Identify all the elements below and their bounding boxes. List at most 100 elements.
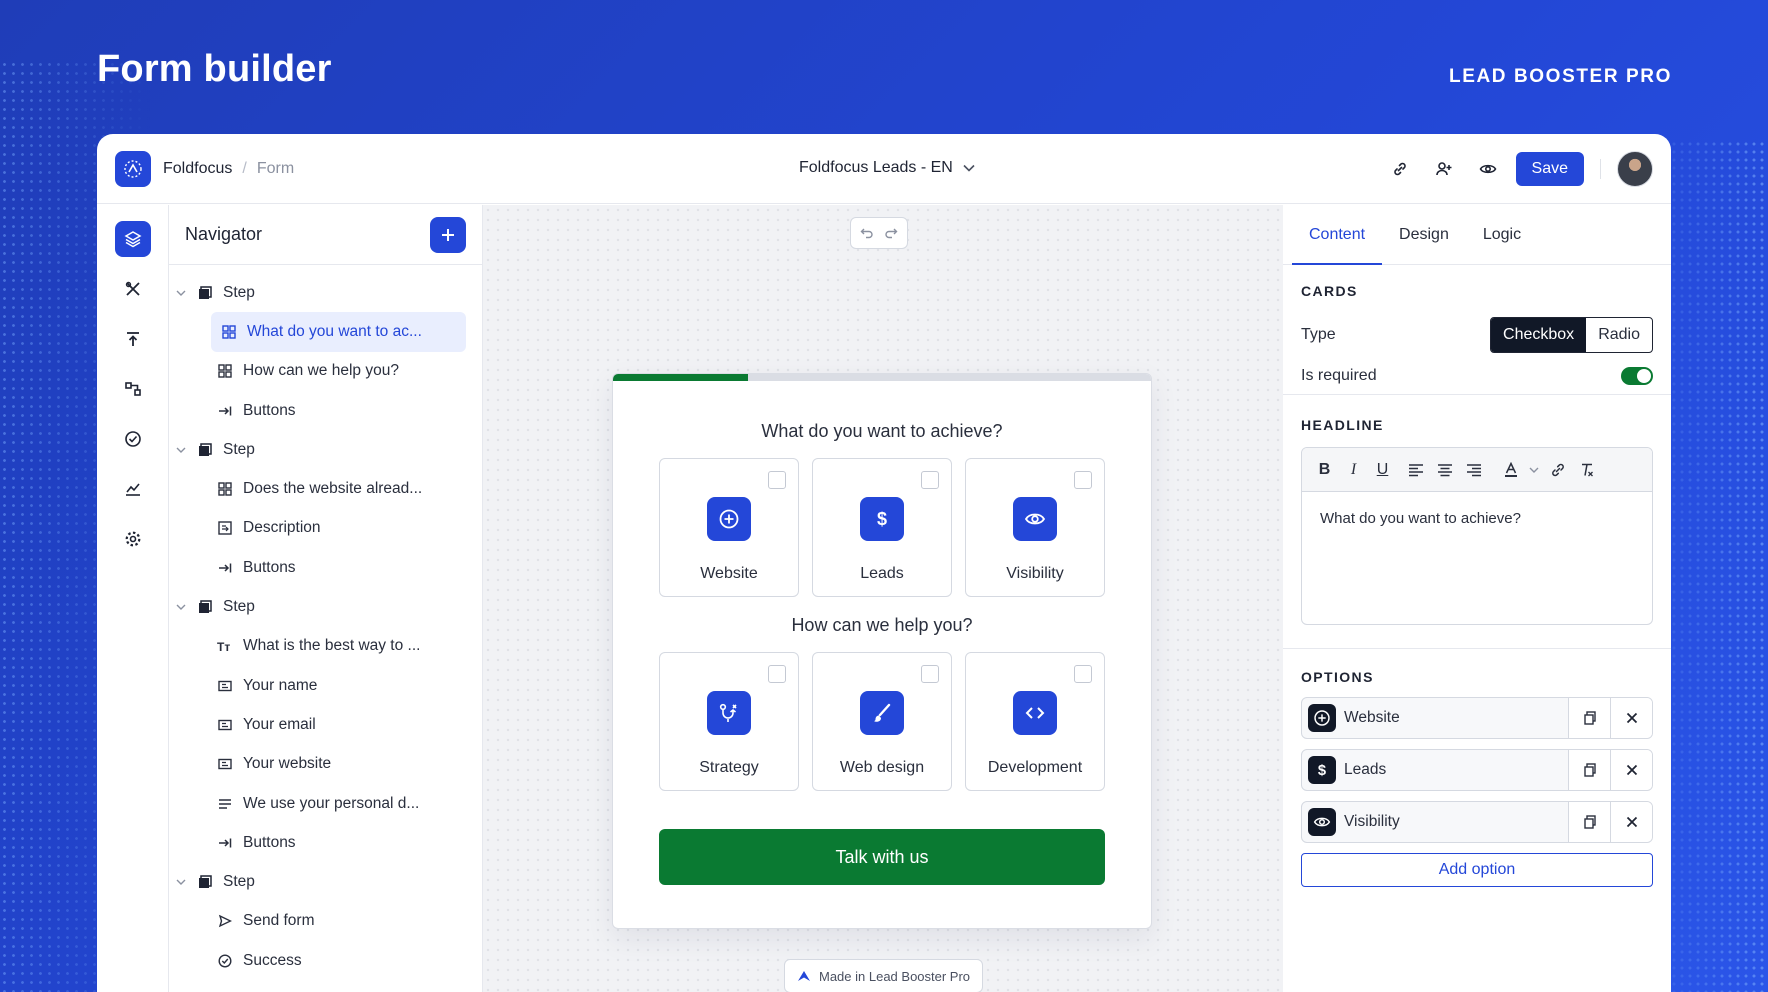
required-toggle[interactable] <box>1621 367 1653 385</box>
duplicate-option-button[interactable] <box>1568 801 1610 843</box>
question-title: What do you want to achieve? <box>613 421 1151 442</box>
option-row[interactable]: $ Leads <box>1301 749 1653 791</box>
option-card[interactable]: Web design <box>812 652 952 791</box>
option-row[interactable]: Website <box>1301 697 1653 739</box>
align-right-button[interactable] <box>1459 456 1488 484</box>
option-name[interactable]: Leads <box>1344 761 1568 779</box>
option-icon-tile <box>707 691 751 735</box>
made-in-badge[interactable]: Made in Lead Booster Pro <box>784 959 983 992</box>
preview-button[interactable] <box>1466 151 1510 187</box>
option-icon-tile[interactable] <box>1308 808 1336 836</box>
option-card[interactable]: Website <box>659 458 799 597</box>
tree-step[interactable]: Step <box>169 862 482 901</box>
expand-chevron[interactable] <box>173 447 189 453</box>
form-selector-label: Foldfocus Leads - EN <box>799 159 953 177</box>
underline-button[interactable]: U <box>1368 456 1397 484</box>
form-selector[interactable]: Foldfocus Leads - EN <box>799 159 975 177</box>
rail-check-button[interactable] <box>115 421 151 457</box>
tree-step-label: Step <box>223 873 255 891</box>
tree-item[interactable]: We use your personal d... <box>169 784 466 823</box>
align-center-button[interactable] <box>1430 456 1459 484</box>
tree-item[interactable]: What do you want to ac... <box>211 312 466 351</box>
option-checkbox[interactable] <box>768 665 786 683</box>
duplicate-option-button[interactable] <box>1568 749 1610 791</box>
clear-format-button[interactable] <box>1572 456 1601 484</box>
tree-item[interactable]: How can we help you? <box>169 352 466 391</box>
remove-option-button[interactable] <box>1610 697 1652 739</box>
tab-content[interactable]: Content <box>1292 205 1382 264</box>
option-card[interactable]: Strategy <box>659 652 799 791</box>
rail-layers-button[interactable] <box>115 221 151 257</box>
tree-item[interactable]: Buttons <box>169 391 466 430</box>
text-color-button[interactable] <box>1496 456 1525 484</box>
link-button[interactable] <box>1378 151 1422 187</box>
rail-integrations-button[interactable] <box>115 371 151 407</box>
rail-publish-button[interactable] <box>115 321 151 357</box>
duplicate-option-button[interactable] <box>1568 697 1610 739</box>
bold-button[interactable]: B <box>1310 456 1339 484</box>
rail-tools-button[interactable] <box>115 271 151 307</box>
option-card[interactable]: Visibility <box>965 458 1105 597</box>
link-icon <box>1391 160 1409 178</box>
align-left-button[interactable] <box>1401 456 1430 484</box>
avatar[interactable] <box>1617 151 1653 187</box>
option-checkbox[interactable] <box>921 471 939 489</box>
tree-item[interactable]: Success <box>169 941 466 980</box>
tree-item[interactable]: Does the website alread... <box>169 469 466 508</box>
options-section: OPTIONS Website$LeadsVisibility Add opti… <box>1283 649 1671 887</box>
rail-settings-button[interactable] <box>115 521 151 557</box>
option-checkbox[interactable] <box>921 665 939 683</box>
option-card[interactable]: Development <box>965 652 1105 791</box>
tree-item[interactable]: Buttons <box>169 548 466 587</box>
tree-item[interactable]: Buttons <box>169 823 466 862</box>
remove-option-button[interactable] <box>1610 801 1652 843</box>
tree-item[interactable]: TтWhat is the best way to ... <box>169 627 466 666</box>
app-logo[interactable] <box>115 151 151 187</box>
input-icon <box>218 757 232 771</box>
undo-icon[interactable] <box>860 226 874 240</box>
option-icon-tile[interactable] <box>1308 704 1336 732</box>
option-checkbox[interactable] <box>1074 665 1092 683</box>
tree-item[interactable]: Your email <box>169 705 466 744</box>
option-checkbox[interactable] <box>1074 471 1092 489</box>
option-name[interactable]: Website <box>1344 709 1568 727</box>
expand-chevron[interactable] <box>173 879 189 885</box>
breadcrumb-form[interactable]: Form <box>257 160 294 178</box>
copy-icon <box>1583 763 1597 777</box>
tree-item[interactable]: Send form <box>169 902 466 941</box>
properties-panel: ContentDesignLogic CARDS Type CheckboxRa… <box>1283 205 1671 992</box>
add-option-button[interactable]: Add option <box>1301 853 1653 887</box>
expand-chevron[interactable] <box>173 290 189 296</box>
expand-chevron[interactable] <box>173 604 189 610</box>
option-row[interactable]: Visibility <box>1301 801 1653 843</box>
tree-item[interactable]: Your name <box>169 666 466 705</box>
send-icon <box>217 913 233 929</box>
option-icon-tile[interactable]: $ <box>1308 756 1336 784</box>
rail-analytics-button[interactable] <box>115 471 151 507</box>
option-checkbox[interactable] <box>768 471 786 489</box>
breadcrumb-workspace[interactable]: Foldfocus <box>163 160 232 178</box>
add-element-button[interactable] <box>430 217 466 253</box>
tree-step[interactable]: Step <box>169 430 482 469</box>
option-card[interactable]: $Leads <box>812 458 952 597</box>
tab-logic[interactable]: Logic <box>1466 205 1538 264</box>
type-option-checkbox[interactable]: Checkbox <box>1491 318 1586 352</box>
save-button[interactable]: Save <box>1516 152 1584 186</box>
type-option-radio[interactable]: Radio <box>1586 318 1652 352</box>
talk-with-us-button[interactable]: Talk with us <box>659 829 1105 885</box>
italic-button[interactable]: I <box>1339 456 1368 484</box>
text-color-dropdown[interactable] <box>1525 456 1543 484</box>
insert-link-button[interactable] <box>1543 456 1572 484</box>
breadcrumb: Foldfocus / Form <box>163 160 294 178</box>
option-name[interactable]: Visibility <box>1344 813 1568 831</box>
share-user-button[interactable] <box>1422 151 1466 187</box>
tree-item[interactable]: Your website <box>169 745 466 784</box>
redo-icon[interactable] <box>884 226 898 240</box>
tab-design[interactable]: Design <box>1382 205 1466 264</box>
tree-step[interactable]: Step <box>169 587 482 626</box>
step-icon <box>197 442 213 458</box>
tree-item[interactable]: Description <box>169 509 466 548</box>
headline-text-area[interactable]: What do you want to achieve? <box>1302 492 1652 624</box>
tree-step[interactable]: Step <box>169 273 482 312</box>
remove-option-button[interactable] <box>1610 749 1652 791</box>
